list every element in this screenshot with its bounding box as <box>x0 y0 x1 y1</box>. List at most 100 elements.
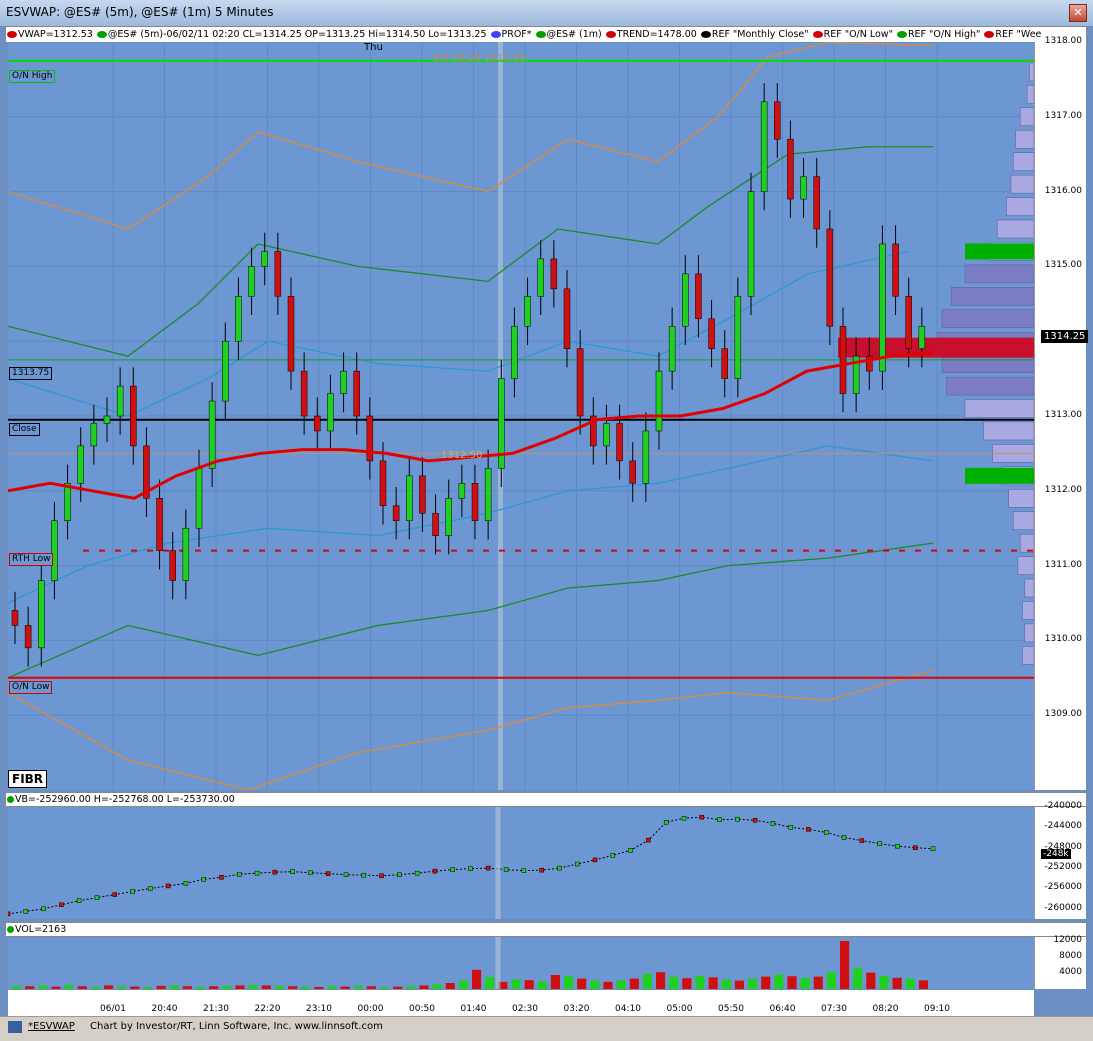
candle-body <box>668 325 676 372</box>
price-panel[interactable]: O/N High 1313.75 Close RTH Low O/N Low T… <box>8 42 1034 790</box>
time-tick-label: 03:20 <box>563 1004 590 1014</box>
crosshair-label: 6/2 02:20 1312.50 <box>433 53 526 64</box>
candle-body <box>366 415 374 462</box>
volume-profile-bar <box>1010 174 1034 194</box>
vb-dot-icon <box>7 796 14 803</box>
volume-profile-bar <box>1024 623 1034 643</box>
vb-point <box>41 906 46 912</box>
volume-profile-bar <box>1017 556 1034 575</box>
vb-point <box>219 875 224 880</box>
candle-body <box>248 266 255 297</box>
candle-body <box>64 483 71 521</box>
candle-body <box>156 498 163 551</box>
legend-item[interactable]: TREND=1478.00 <box>617 29 700 40</box>
time-tick-label: 09:10 <box>924 1004 950 1014</box>
candle-body <box>235 296 242 342</box>
volume-bar <box>117 986 127 989</box>
vb-point <box>663 820 669 825</box>
vb-line <box>8 816 934 915</box>
vb-tick-label: -240000 <box>1044 801 1082 811</box>
candle-body <box>208 400 216 469</box>
vb-point <box>343 872 349 877</box>
legend-dot-icon <box>812 31 823 38</box>
fibr-button[interactable]: FIBR <box>8 770 48 788</box>
candle-body <box>314 415 321 432</box>
vol-dot-icon <box>7 926 14 933</box>
candle-body <box>90 423 98 447</box>
volume-bar <box>274 985 284 989</box>
volume-bar <box>393 986 403 989</box>
legend-item[interactable]: PROF* <box>502 29 535 40</box>
volume-profile-bar <box>964 264 1034 284</box>
volume-profile-bar <box>1024 578 1034 598</box>
volume-bar <box>143 987 153 989</box>
volume-bar <box>629 978 639 989</box>
volume-bar <box>748 978 758 989</box>
candle-body <box>130 385 137 447</box>
candle-body <box>24 625 32 649</box>
vb-point <box>308 870 313 875</box>
legend-item[interactable]: REF "O/N High" <box>908 29 983 40</box>
candle-body <box>734 296 742 379</box>
legend-item[interactable]: REF "Wee <box>995 29 1044 40</box>
volume-bar <box>721 979 731 989</box>
volume-bar <box>840 941 850 989</box>
time-tick-label: 05:00 <box>666 1004 693 1014</box>
volume-bar <box>380 987 390 989</box>
vb-point <box>752 817 758 823</box>
candle-body <box>800 176 807 200</box>
candle-body <box>524 296 531 327</box>
volume-bar <box>590 980 600 989</box>
price-tick-label: 1309.00 <box>1044 709 1082 720</box>
chart-tab[interactable]: *ESVWAP <box>28 1021 75 1032</box>
legend-item[interactable]: @ES# (1m) <box>547 29 605 40</box>
vb-point <box>610 853 616 858</box>
lower-band-1 <box>8 542 934 679</box>
time-tick-label: 08:20 <box>872 1004 899 1014</box>
legend-item[interactable]: @ES# (5m)-06/02/11 02:20 CL=1314.25 OP=1… <box>108 29 490 40</box>
chart-window: ESVWAP: @ES# (5m), @ES# (1m) 5 Minutes ✕… <box>0 0 1093 1041</box>
vb-point <box>76 898 82 903</box>
on-low-label: O/N Low <box>9 681 53 694</box>
legend-item[interactable]: REF "O/N Low" <box>824 29 896 40</box>
volume-profile-bar <box>1013 511 1034 530</box>
volume-panel[interactable] <box>8 937 1034 989</box>
volume-bar <box>734 980 744 989</box>
legend-item[interactable]: REF "Monthly Close" <box>712 29 812 40</box>
volume-tick-label: 8000 <box>1059 951 1082 961</box>
vb-panel[interactable] <box>8 807 1034 919</box>
volume-bar <box>879 975 889 989</box>
volume-profile-bar <box>1019 107 1034 127</box>
candle-body <box>432 512 439 536</box>
volume-profile-bar <box>946 376 1034 396</box>
volume-bar <box>64 985 74 989</box>
volume-bar <box>485 977 495 989</box>
volume-bar <box>853 968 863 989</box>
candle-body <box>340 370 347 394</box>
volume-profile-bar <box>1026 85 1034 104</box>
vb-tick-label: -256000 <box>1044 882 1082 893</box>
volume-bar <box>682 978 692 989</box>
volume-bar <box>77 986 87 989</box>
candle-body <box>695 273 702 320</box>
price-tick-label: 1312.00 <box>1044 484 1082 495</box>
legend-dot-icon <box>535 31 546 38</box>
close-button[interactable]: ✕ <box>1069 4 1087 22</box>
window-title: ESVWAP: @ES# (5m), @ES# (1m) 5 Minutes <box>6 5 274 19</box>
candle-body <box>708 318 715 349</box>
legend-item[interactable]: VWAP=1312.53 <box>18 29 96 40</box>
candle-body <box>629 460 636 484</box>
volume-bar <box>209 986 219 989</box>
volume-bar <box>695 975 705 989</box>
candle-body <box>747 191 755 297</box>
upper-band-0 <box>8 250 909 417</box>
legend-dot-icon <box>490 31 501 38</box>
vb-point <box>895 843 900 849</box>
status-bar: *ESVWAP Chart by Investor/RT, Linn Softw… <box>0 1016 1093 1041</box>
volume-bar <box>656 972 666 989</box>
time-tick-label: 02:30 <box>512 1004 538 1014</box>
volume-bar <box>340 986 350 989</box>
candle-body <box>51 520 58 581</box>
title-bar[interactable]: ESVWAP: @ES# (5m), @ES# (1m) 5 Minutes ✕ <box>0 0 1093 27</box>
time-tick-label: 00:00 <box>357 1004 384 1014</box>
